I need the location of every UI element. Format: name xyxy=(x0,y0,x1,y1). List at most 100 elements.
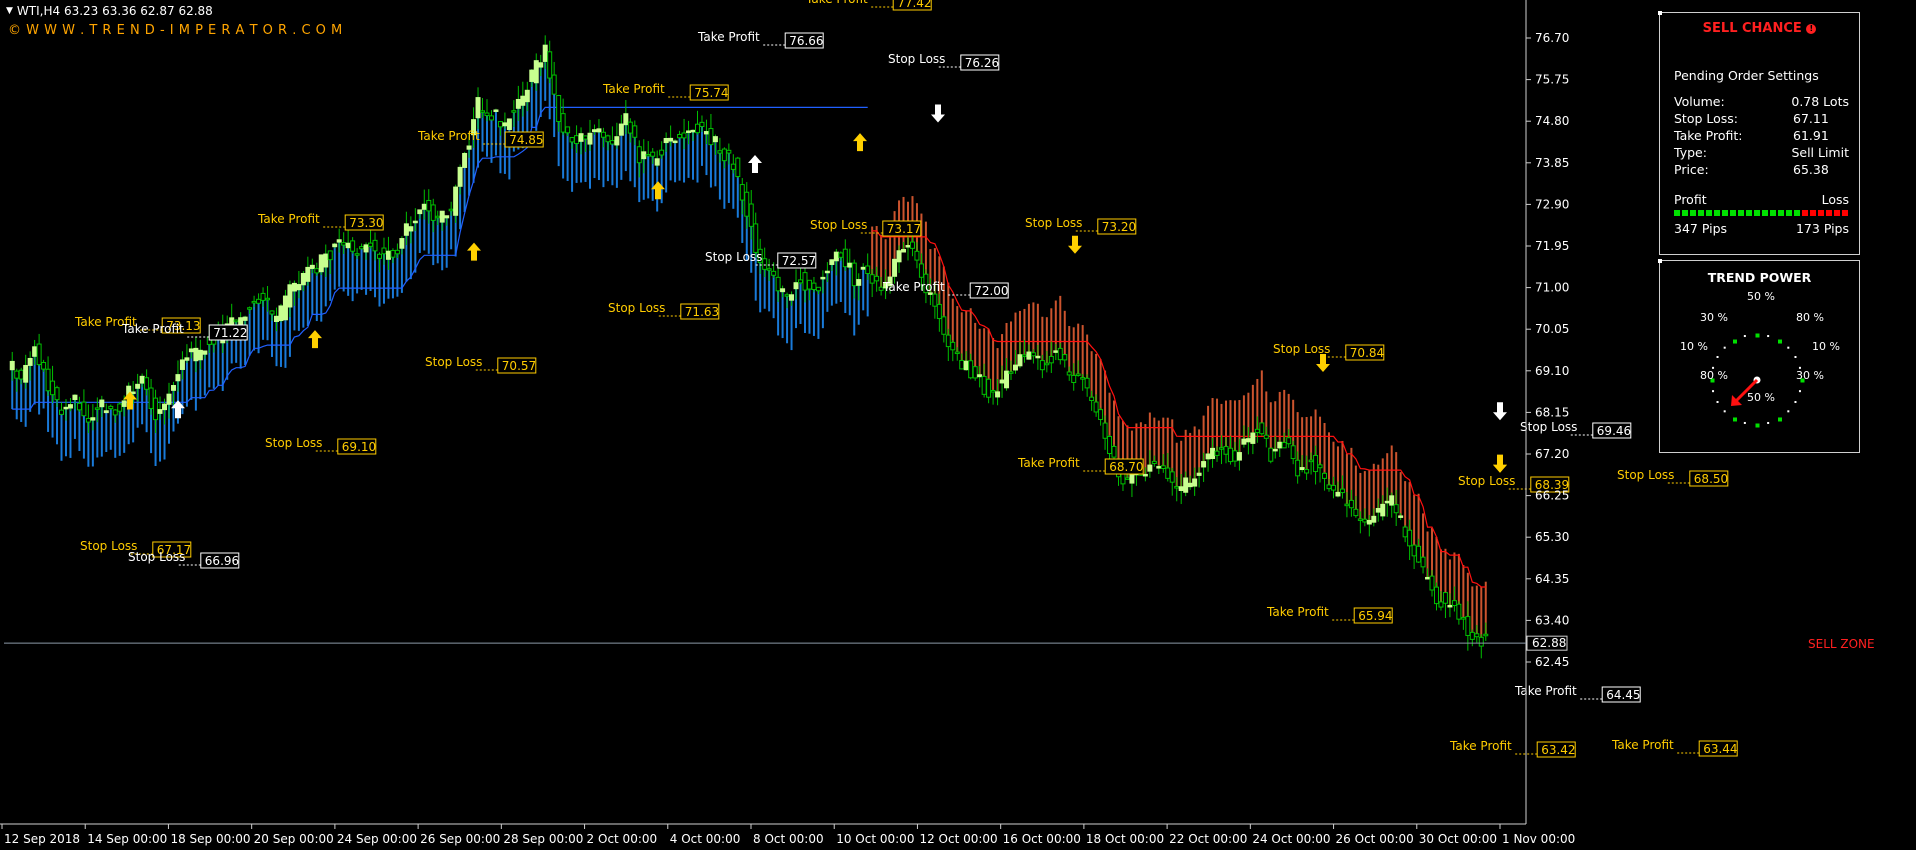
downtrend-stop-line xyxy=(872,230,1486,588)
candle-body xyxy=(1433,586,1439,605)
collapse-triangle-icon[interactable]: ▼ xyxy=(6,6,13,16)
candle-body xyxy=(1219,447,1225,450)
x-tick-label: 18 Sep 00:00 xyxy=(170,832,250,846)
x-tick-label: 30 Oct 00:00 xyxy=(1419,832,1497,846)
candle-body xyxy=(1389,495,1395,506)
candle-body xyxy=(717,150,723,154)
candle-body xyxy=(1107,435,1113,455)
y-tick-label: 71.00 xyxy=(1535,281,1569,295)
candle-body xyxy=(941,316,947,335)
candle-body xyxy=(175,374,181,382)
candle-body xyxy=(363,244,369,253)
y-tick-label: 68.15 xyxy=(1535,405,1569,419)
candle-body xyxy=(578,133,584,142)
candle-body xyxy=(1339,488,1345,494)
annotation-label: Stop Loss xyxy=(1617,468,1674,482)
candle-body xyxy=(354,253,360,256)
candle-body xyxy=(1304,469,1310,474)
candle-body xyxy=(1353,508,1359,517)
tp-sl-annotation: Stop Loss 70.84 xyxy=(1273,342,1385,361)
gauge-dot xyxy=(1767,335,1770,338)
candle-body xyxy=(381,247,387,255)
tp-sl-annotation: Stop Loss 69.10 xyxy=(265,436,377,455)
candle-body xyxy=(1313,454,1319,473)
tp-sl-annotation: Take Profit 65.94 xyxy=(1266,605,1393,624)
sell-chance-title-row: SELL CHANCE ! xyxy=(1660,21,1859,36)
annotation-value: 63.42 xyxy=(1541,743,1575,757)
tp-sl-annotation: Stop Loss 70.57 xyxy=(425,355,537,374)
candle-body xyxy=(1169,471,1175,483)
candle-body xyxy=(1425,576,1431,580)
candle-body xyxy=(144,377,150,390)
candle-body xyxy=(242,316,248,321)
candle-body xyxy=(1201,461,1207,468)
candle-body xyxy=(824,270,830,274)
type-row: Type: Sell Limit xyxy=(1674,145,1849,160)
candle-body xyxy=(820,276,826,280)
annotation-value: 74.85 xyxy=(509,133,543,147)
candle-body xyxy=(1268,447,1274,462)
candle-body xyxy=(847,262,853,268)
annotation-label: Stop Loss xyxy=(1273,342,1330,356)
annotation-label: Stop Loss xyxy=(1458,474,1515,488)
y-tick-label: 69.10 xyxy=(1535,364,1569,378)
candle-body xyxy=(681,132,687,139)
annotation-label: Stop Loss xyxy=(810,218,867,232)
candle-body xyxy=(72,394,78,401)
candle-body xyxy=(1187,482,1193,488)
candle-body xyxy=(771,270,777,276)
annotation-value: 66.96 xyxy=(205,554,239,568)
gauge-dot xyxy=(1712,390,1715,393)
price-chart[interactable]: Take Profit 73.13Take Profit 71.22Stop Los… xyxy=(0,0,1916,850)
x-tick-label: 20 Sep 00:00 xyxy=(254,832,334,846)
annotation-label: Take Profit xyxy=(257,212,320,226)
pips-row: 347 Pips 173 Pips xyxy=(1674,221,1849,236)
candle-body xyxy=(260,292,266,301)
candle-body xyxy=(439,210,445,223)
candle-body xyxy=(497,121,503,128)
candle-body xyxy=(45,368,51,392)
candle-body xyxy=(462,152,468,168)
candle-body xyxy=(677,133,683,139)
candle-body xyxy=(690,129,696,133)
row-label: Type: xyxy=(1674,145,1707,160)
candle-body xyxy=(390,250,396,258)
alert-icon: ! xyxy=(1806,24,1817,34)
candle-body xyxy=(748,203,754,227)
x-tick-label: 24 Oct 00:00 xyxy=(1252,832,1330,846)
candle-body xyxy=(1263,434,1269,439)
y-tick-label: 62.45 xyxy=(1535,655,1569,669)
annotation-value: 72.57 xyxy=(782,254,816,268)
candle-body xyxy=(1429,575,1435,591)
candle-body xyxy=(314,268,320,274)
tp-sl-annotation: Take Profit 63.42 xyxy=(1449,739,1576,758)
candle-body xyxy=(972,366,978,379)
x-tick-label: 8 Oct 00:00 xyxy=(753,832,824,846)
candle-body xyxy=(565,126,571,134)
candle-body xyxy=(85,417,91,423)
candle-body xyxy=(721,148,727,162)
candle-body xyxy=(54,387,60,401)
candle-body xyxy=(9,360,15,371)
candle-body xyxy=(542,44,548,62)
gauge-label-upper-right: 80 % xyxy=(1796,311,1824,324)
annotation-value: 73.30 xyxy=(349,216,383,230)
candle-body xyxy=(668,137,674,142)
candle-body xyxy=(41,362,47,370)
candle-body xyxy=(860,266,866,270)
x-tick-label: 18 Oct 00:00 xyxy=(1086,832,1164,846)
annotation-label: Take Profit xyxy=(602,82,665,96)
x-tick-label: 14 Sep 00:00 xyxy=(87,832,167,846)
candle-body xyxy=(1281,441,1287,449)
gauge-dot xyxy=(1794,401,1797,403)
candle-body xyxy=(999,379,1005,384)
gauge-dot xyxy=(1755,423,1760,428)
candle-body xyxy=(135,383,141,389)
candle-body xyxy=(905,245,911,248)
candle-body xyxy=(650,151,656,157)
candle-body xyxy=(1407,529,1413,547)
candle-body xyxy=(1205,453,1211,460)
candle-body xyxy=(1026,351,1032,360)
candle-body xyxy=(162,403,168,411)
annotation-value: 70.57 xyxy=(502,359,536,373)
